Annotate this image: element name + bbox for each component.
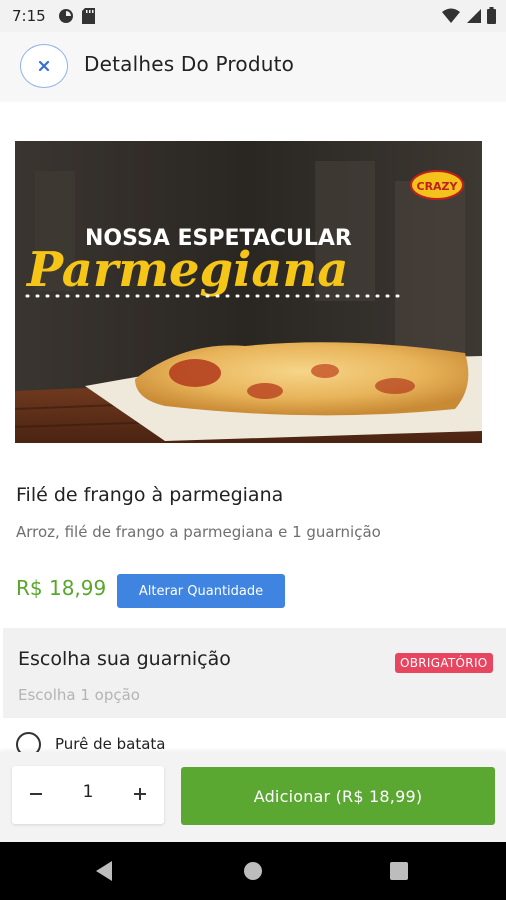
quantity-stepper: 1	[12, 766, 164, 824]
product-price: R$ 18,99	[16, 576, 107, 600]
garnish-section-header: Escolha sua guarnição OBRIGATÓRIO Escolh…	[3, 628, 506, 718]
add-to-cart-button[interactable]: Adicionar (R$ 18,99)	[181, 767, 495, 825]
app-header: Detalhes Do Produto	[0, 32, 506, 102]
product-name: Filé de frango à parmegiana	[16, 484, 284, 506]
product-image: CRAZY NOSSA ESPETACULAR Parmegiana	[15, 141, 482, 443]
signal-icon	[466, 8, 481, 28]
change-quantity-button[interactable]: Alterar Quantidade	[117, 574, 285, 608]
quantity-value: 1	[82, 782, 94, 802]
status-bar: 7:15	[0, 0, 506, 32]
page-title: Detalhes Do Produto	[84, 52, 295, 76]
required-badge: OBRIGATÓRIO	[395, 653, 493, 673]
decrease-button[interactable]	[22, 780, 50, 810]
home-icon[interactable]	[242, 860, 264, 886]
plus-icon	[133, 786, 147, 805]
back-icon[interactable]	[94, 860, 114, 886]
section-subtitle: Escolha 1 opção	[18, 686, 140, 704]
close-button[interactable]	[20, 44, 68, 88]
status-time: 7:15	[12, 7, 46, 25]
system-nav-bar	[0, 842, 506, 900]
option-label: Purê de batata	[55, 735, 166, 753]
brand-logo-text: CRAZY	[417, 180, 459, 193]
status-left-icons	[58, 8, 95, 28]
close-icon	[38, 57, 50, 76]
sync-icon	[58, 8, 74, 28]
product-description: Arroz, filé de frango a parmegiana e 1 g…	[16, 523, 381, 541]
increase-button[interactable]	[126, 780, 154, 810]
banner-script-title: Parmegiana	[25, 242, 348, 298]
battery-icon	[487, 7, 496, 28]
bottom-bar: 1 Adicionar (R$ 18,99)	[0, 752, 506, 842]
sd-card-icon	[82, 8, 95, 28]
wifi-icon	[442, 8, 460, 28]
minus-icon	[29, 786, 43, 805]
recents-icon[interactable]	[389, 861, 409, 885]
status-right-icons	[442, 7, 496, 28]
section-title: Escolha sua guarnição	[18, 648, 231, 670]
